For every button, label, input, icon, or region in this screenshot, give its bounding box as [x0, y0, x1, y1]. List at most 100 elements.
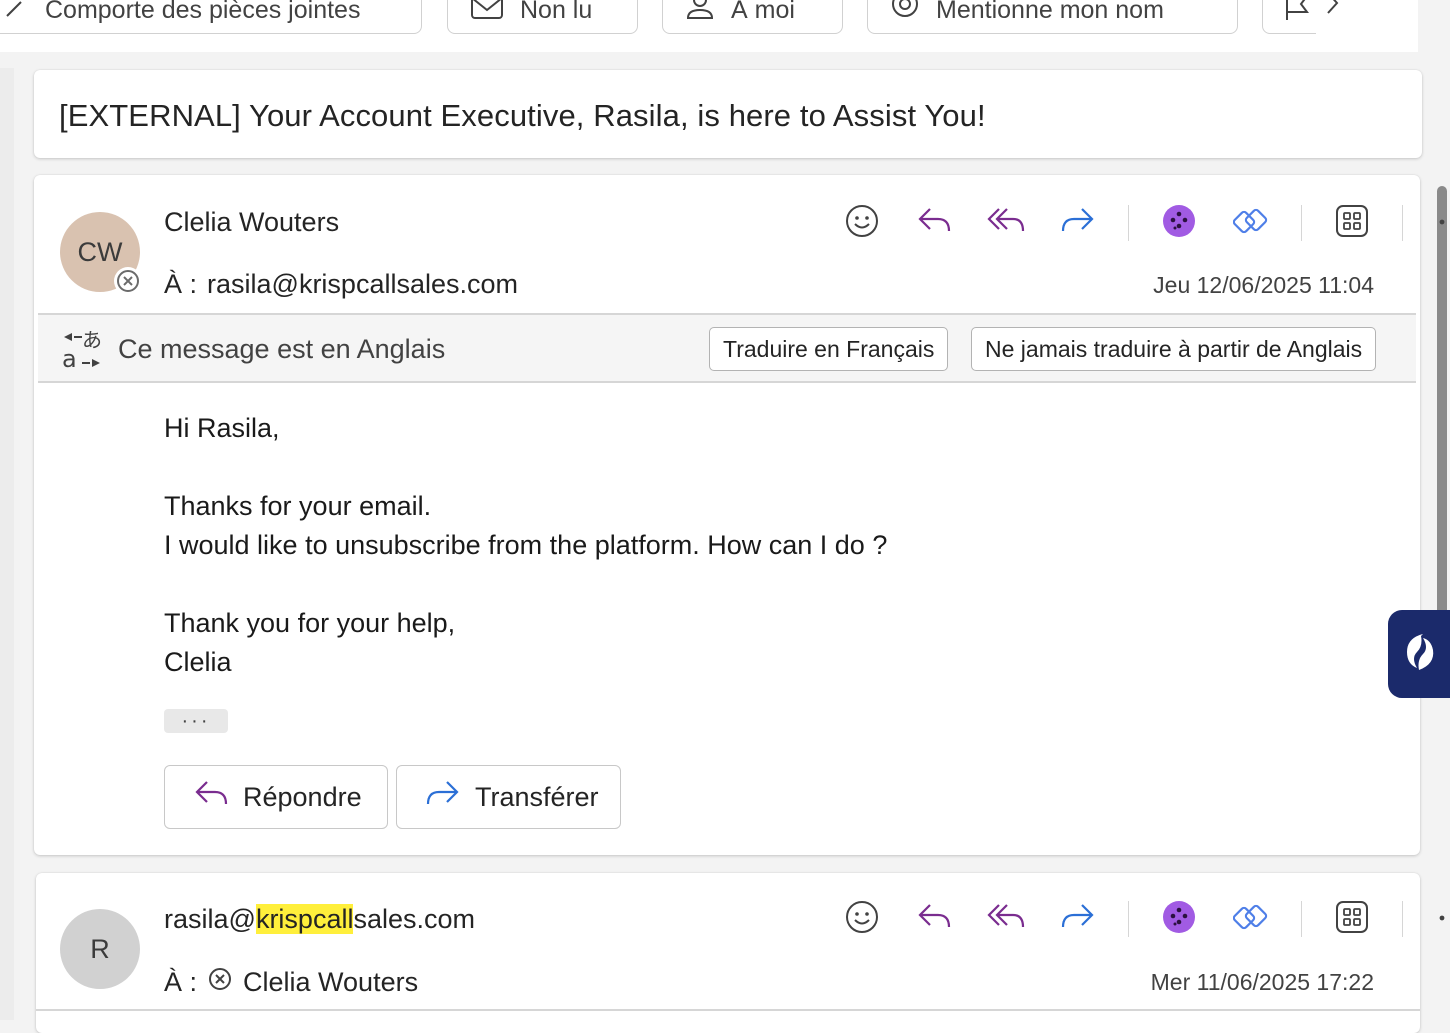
reply-all-button[interactable] [984, 201, 1028, 245]
filter-to-me-label: À moi [731, 0, 795, 24]
show-quoted-text-button[interactable]: ··· [164, 709, 228, 733]
toolbar-separator [1301, 205, 1302, 241]
to-label: À : [164, 269, 198, 299]
translation-message: Ce message est en Anglais [118, 334, 446, 364]
recipient-line: À : Clelia Wouters [164, 966, 418, 999]
body-line: Thanks for your email. [164, 491, 432, 521]
avatar[interactable]: R [60, 909, 140, 989]
presence-blocked-icon [207, 966, 233, 999]
translate-button[interactable]: Traduire en Français [709, 327, 949, 371]
recipient-address[interactable]: rasila@krispcallsales.com [207, 269, 518, 300]
paperclip-icon [3, 0, 29, 27]
apps-button[interactable] [1330, 897, 1374, 941]
envelope-icon [470, 0, 504, 27]
reply-all-button[interactable] [984, 897, 1028, 941]
sender-address-part: rasila@ [164, 904, 256, 934]
filter-scroll-right-button[interactable] [1316, 0, 1350, 34]
sender-address[interactable]: rasila@krispcallsales.com [164, 904, 475, 935]
scrollbar-thumb[interactable] [1437, 186, 1447, 616]
avatar-initials: R [90, 933, 110, 964]
message-body: Hi Rasila, Thanks for your email. I woul… [164, 409, 887, 682]
forward-button[interactable] [1056, 897, 1100, 941]
filter-mentions-label: Mentionne mon nom [936, 0, 1164, 24]
recipient-name[interactable]: Clelia Wouters [243, 967, 418, 998]
more-horizontal-icon [1437, 910, 1450, 928]
at-icon [890, 0, 920, 27]
reply-all-icon [987, 901, 1025, 938]
reply-all-icon [987, 205, 1025, 242]
message-card: CW Clelia Wouters À : rasila@krispcallsa… [34, 175, 1445, 855]
more-horizontal-icon [1437, 214, 1450, 232]
addin-launcher-button[interactable] [1388, 610, 1450, 698]
toolbar-separator [1402, 205, 1403, 241]
apps-button[interactable] [1330, 201, 1374, 245]
toolbar-separator [1402, 901, 1403, 937]
react-button[interactable] [840, 201, 884, 245]
subject-card: [EXTERNAL] Your Account Executive, Rasil… [34, 70, 1422, 158]
to-label: À : [164, 967, 198, 997]
sender-name[interactable]: Clelia Wouters [164, 207, 339, 238]
translation-bar: あa Ce message est en Anglais Traduire en… [38, 313, 1416, 383]
smiley-icon [844, 203, 880, 244]
forward-icon [425, 778, 461, 817]
loop-icon [1232, 899, 1269, 940]
body-signature: Clelia [164, 647, 232, 677]
copilot-button[interactable] [1157, 201, 1201, 245]
smiley-icon [844, 899, 880, 940]
avatar-initials: CW [77, 236, 123, 267]
forward-icon [1060, 205, 1096, 242]
left-pane-edge [0, 68, 14, 1020]
loop-icon [1232, 203, 1269, 244]
presence-blocked-icon [114, 267, 142, 295]
more-actions-button[interactable] [1431, 897, 1450, 941]
body-line: I would like to unsubscribe from the pla… [164, 530, 888, 560]
more-actions-button[interactable] [1431, 201, 1450, 245]
filter-attachments-chip[interactable]: Comporte des pièces jointes [0, 0, 422, 34]
reply-icon [916, 901, 952, 938]
reply-label: Répondre [243, 781, 362, 812]
message-card: R rasila@krispcallsales.com À : Clelia W… [36, 873, 1445, 1033]
forward-button[interactable] [1056, 201, 1100, 245]
copilot-button[interactable] [1157, 897, 1201, 941]
search-highlight: krispcall [255, 904, 354, 934]
copilot-icon [1162, 204, 1196, 243]
divider [36, 1009, 1420, 1011]
svg-text:あ: あ [82, 329, 102, 352]
filter-unread-chip[interactable]: Non lu [447, 0, 638, 34]
translate-icon: あa [60, 328, 104, 376]
reply-icon [916, 205, 952, 242]
recipient-line: À : rasila@krispcallsales.com [164, 269, 518, 300]
addin-logo-icon [1397, 630, 1441, 679]
filter-unread-label: Non lu [520, 0, 593, 24]
filter-bar: Comporte des pièces jointes Non lu À moi… [0, 0, 1418, 52]
copilot-icon [1162, 900, 1196, 939]
chevron-right-icon [1325, 0, 1341, 26]
forward-icon [1060, 901, 1096, 938]
loop-button[interactable] [1229, 897, 1273, 941]
message-actions [840, 897, 1450, 941]
forward-large-button[interactable]: Transférer [396, 765, 621, 829]
toolbar-separator [1301, 901, 1302, 937]
email-subject: [EXTERNAL] Your Account Executive, Rasil… [59, 98, 986, 133]
never-translate-button[interactable]: Ne jamais traduire à partir de Anglais [971, 327, 1377, 371]
forward-label: Transférer [475, 781, 599, 812]
filter-to-me-chip[interactable]: À moi [662, 0, 843, 34]
reply-large-button[interactable]: Répondre [164, 765, 388, 829]
filter-mentions-chip[interactable]: Mentionne mon nom [867, 0, 1238, 34]
message-date: Mer 11/06/2025 17:22 [1150, 969, 1374, 995]
flag-icon [1283, 0, 1311, 27]
body-greeting: Hi Rasila, [164, 413, 280, 443]
apps-grid-icon [1335, 204, 1369, 243]
loop-button[interactable] [1229, 201, 1273, 245]
person-icon [685, 0, 715, 27]
reply-button[interactable] [912, 897, 956, 941]
reply-button[interactable] [912, 201, 956, 245]
message-date: Jeu 12/06/2025 11:04 [1153, 272, 1374, 298]
svg-text:a: a [62, 345, 77, 371]
body-closing: Thank you for your help, [164, 608, 456, 638]
toolbar-separator [1128, 901, 1129, 937]
sender-address-part: sales.com [353, 904, 476, 934]
toolbar-separator [1128, 205, 1129, 241]
apps-grid-icon [1335, 900, 1369, 939]
react-button[interactable] [840, 897, 884, 941]
